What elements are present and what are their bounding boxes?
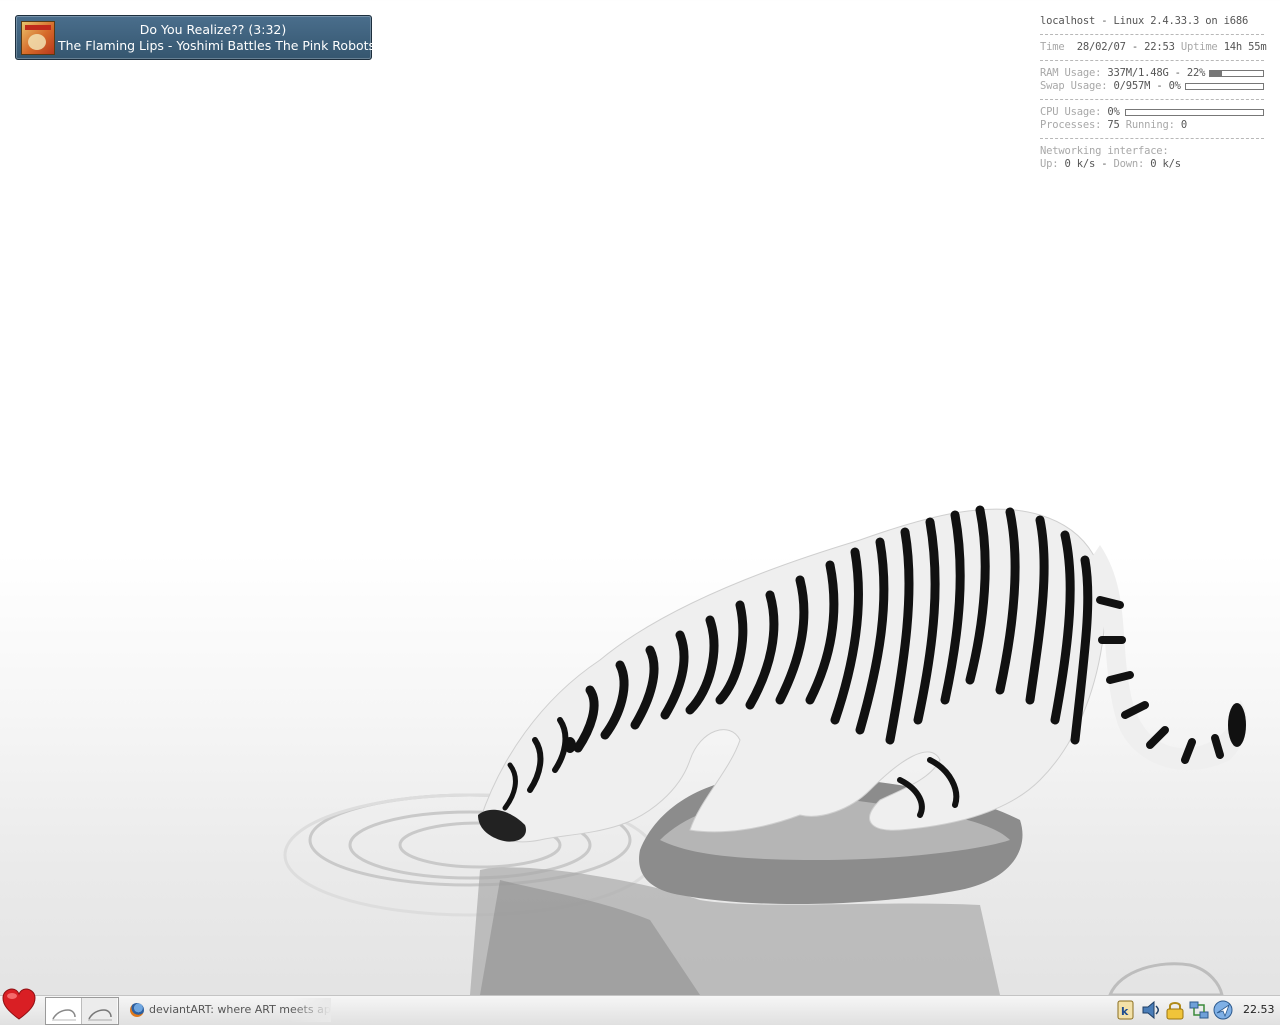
clock[interactable]: 22.53 bbox=[1243, 1003, 1275, 1016]
firefox-icon bbox=[130, 1003, 144, 1017]
task-button-firefox[interactable]: deviantART: where ART meets ap bbox=[126, 998, 331, 1022]
network-label: Networking interface: bbox=[1040, 145, 1169, 157]
lock-icon[interactable] bbox=[1164, 999, 1186, 1021]
swap-row: Swap Usage: 0/957M - 0% bbox=[1040, 80, 1264, 93]
volume-icon[interactable] bbox=[1140, 999, 1162, 1021]
bird-icon[interactable] bbox=[1212, 999, 1234, 1021]
desktop-2-button[interactable] bbox=[82, 998, 117, 1024]
host-line: localhost - Linux 2.4.33.3 on i686 bbox=[1040, 15, 1249, 27]
desktop-1-button[interactable] bbox=[46, 998, 82, 1024]
swap-bar bbox=[1185, 83, 1264, 90]
cpu-bar bbox=[1125, 109, 1264, 116]
system-monitor: localhost - Linux 2.4.33.3 on i686 Time … bbox=[1040, 15, 1267, 171]
ram-row: RAM Usage: 337M/1.48G - 22% bbox=[1040, 67, 1264, 80]
kde-icon[interactable]: k bbox=[1115, 999, 1137, 1021]
network-icon[interactable] bbox=[1188, 999, 1210, 1021]
ram-bar bbox=[1209, 70, 1264, 77]
track-title: Do You Realize?? (3:32) bbox=[139, 22, 287, 37]
network-row: Up: 0 k/s - Down: 0 k/s bbox=[1040, 158, 1181, 170]
desktop-pager bbox=[45, 997, 119, 1025]
track-artist-album: The Flaming Lips - Yoshimi Battles The P… bbox=[58, 38, 376, 53]
taskbar: deviantART: where ART meets ap k 22.53 bbox=[0, 988, 1280, 1025]
time-row: Time 28/02/07 - 22:53 Uptime 14h 55m bbox=[1040, 41, 1267, 53]
tiger-thumbnail-icon bbox=[88, 1009, 112, 1021]
processes-row: Processes: 75 Running: 0 bbox=[1040, 119, 1187, 131]
heart-icon[interactable] bbox=[2, 988, 36, 1022]
tiger-wallpaper bbox=[283, 505, 1247, 995]
svg-text:k: k bbox=[1121, 1005, 1129, 1018]
now-playing-popup[interactable]: Do You Realize?? (3:32) The Flaming Lips… bbox=[15, 15, 376, 60]
album-art bbox=[21, 21, 55, 55]
cpu-row: CPU Usage: 0% bbox=[1040, 106, 1264, 119]
tiger-thumbnail-icon bbox=[52, 1009, 76, 1021]
